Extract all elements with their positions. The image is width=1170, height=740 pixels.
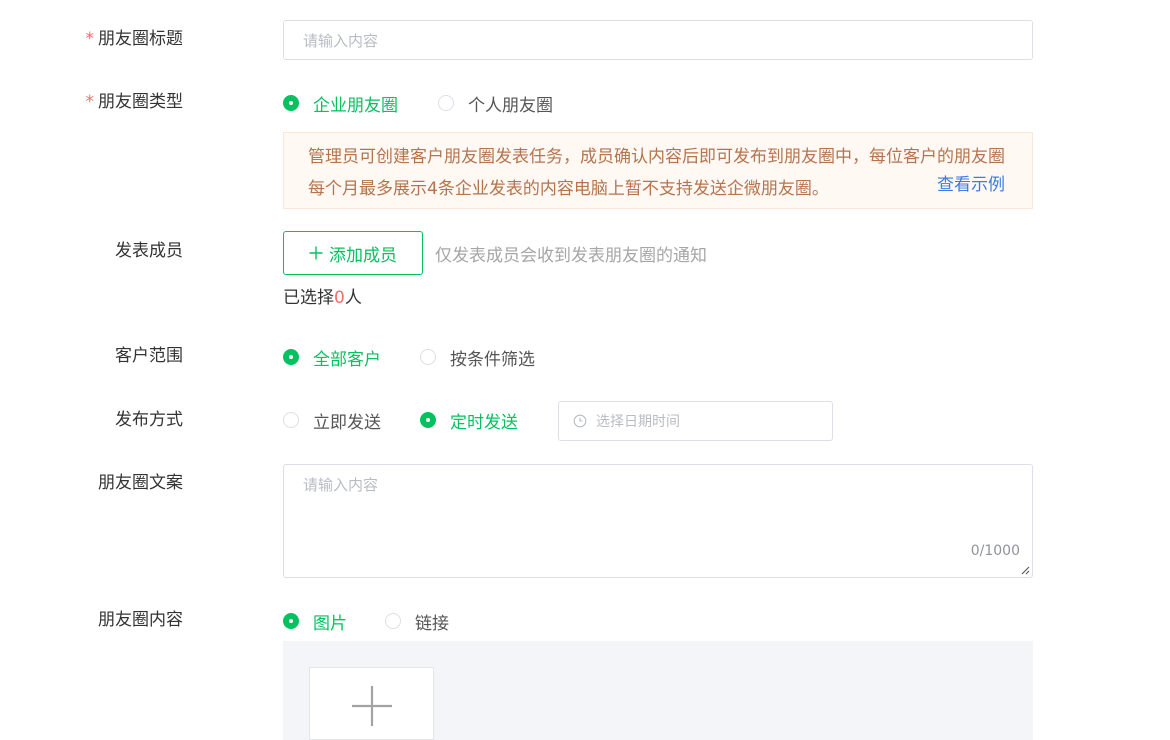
radio-checked-icon [420,412,436,428]
type-label: * 朋友圈类型 [85,92,184,112]
copy-label: 朋友圈文案 [98,473,183,493]
radio-unchecked-icon [385,613,401,629]
radio-unchecked-icon [420,349,436,365]
radio-scheduled-send[interactable]: 定时发送 [420,408,518,433]
view-example-link[interactable]: 查看示例 [937,173,1005,197]
radio-link[interactable]: 链接 [385,609,449,634]
selected-members-count: 已选择0人 [283,288,362,308]
plus-icon [352,686,392,726]
upload-area [283,641,1033,740]
required-mark: * [85,29,95,49]
clock-icon [573,414,587,428]
add-member-button[interactable]: 添加成员 [283,231,423,275]
radio-send-now[interactable]: 立即发送 [283,408,381,433]
title-input[interactable]: 请输入内容 [283,20,1033,60]
copy-placeholder: 请输入内容 [303,476,379,494]
radio-unchecked-icon [438,95,454,111]
plus-icon [309,246,323,260]
datetime-placeholder: 选择日期时间 [596,414,680,430]
resize-handle-icon[interactable] [1020,565,1030,575]
radio-checked-icon [283,349,299,365]
publish-label: 发布方式 [115,410,183,430]
title-label: * 朋友圈标题 [85,29,184,49]
radio-checked-icon [283,95,299,111]
radio-image[interactable]: 图片 [283,609,347,634]
datetime-picker[interactable]: 选择日期时间 [558,401,833,441]
radio-checked-icon [283,613,299,629]
radio-all-customers[interactable]: 全部客户 [283,345,381,370]
char-counter: 0/1000 [970,543,1020,559]
radio-personal-moments[interactable]: 个人朋友圈 [438,91,553,116]
content-label: 朋友圈内容 [98,610,183,630]
radio-unchecked-icon [283,412,299,428]
radio-filter-customers[interactable]: 按条件筛选 [420,345,535,370]
required-mark: * [85,92,95,112]
type-notice: 管理员可创建客户朋友圈发表任务，成员确认内容后即可发布到朋友圈中，每位客户的朋友… [283,132,1033,209]
selected-count-value: 0 [334,288,345,308]
members-label: 发表成员 [115,241,183,261]
scope-label: 客户范围 [115,346,183,366]
title-input-placeholder: 请输入内容 [303,31,379,50]
copy-textarea[interactable]: 请输入内容 0/1000 [283,464,1033,578]
radio-enterprise-moments[interactable]: 企业朋友圈 [283,91,398,116]
image-upload-button[interactable] [309,667,434,740]
members-hint: 仅发表成员会收到发表朋友圈的通知 [435,246,707,266]
